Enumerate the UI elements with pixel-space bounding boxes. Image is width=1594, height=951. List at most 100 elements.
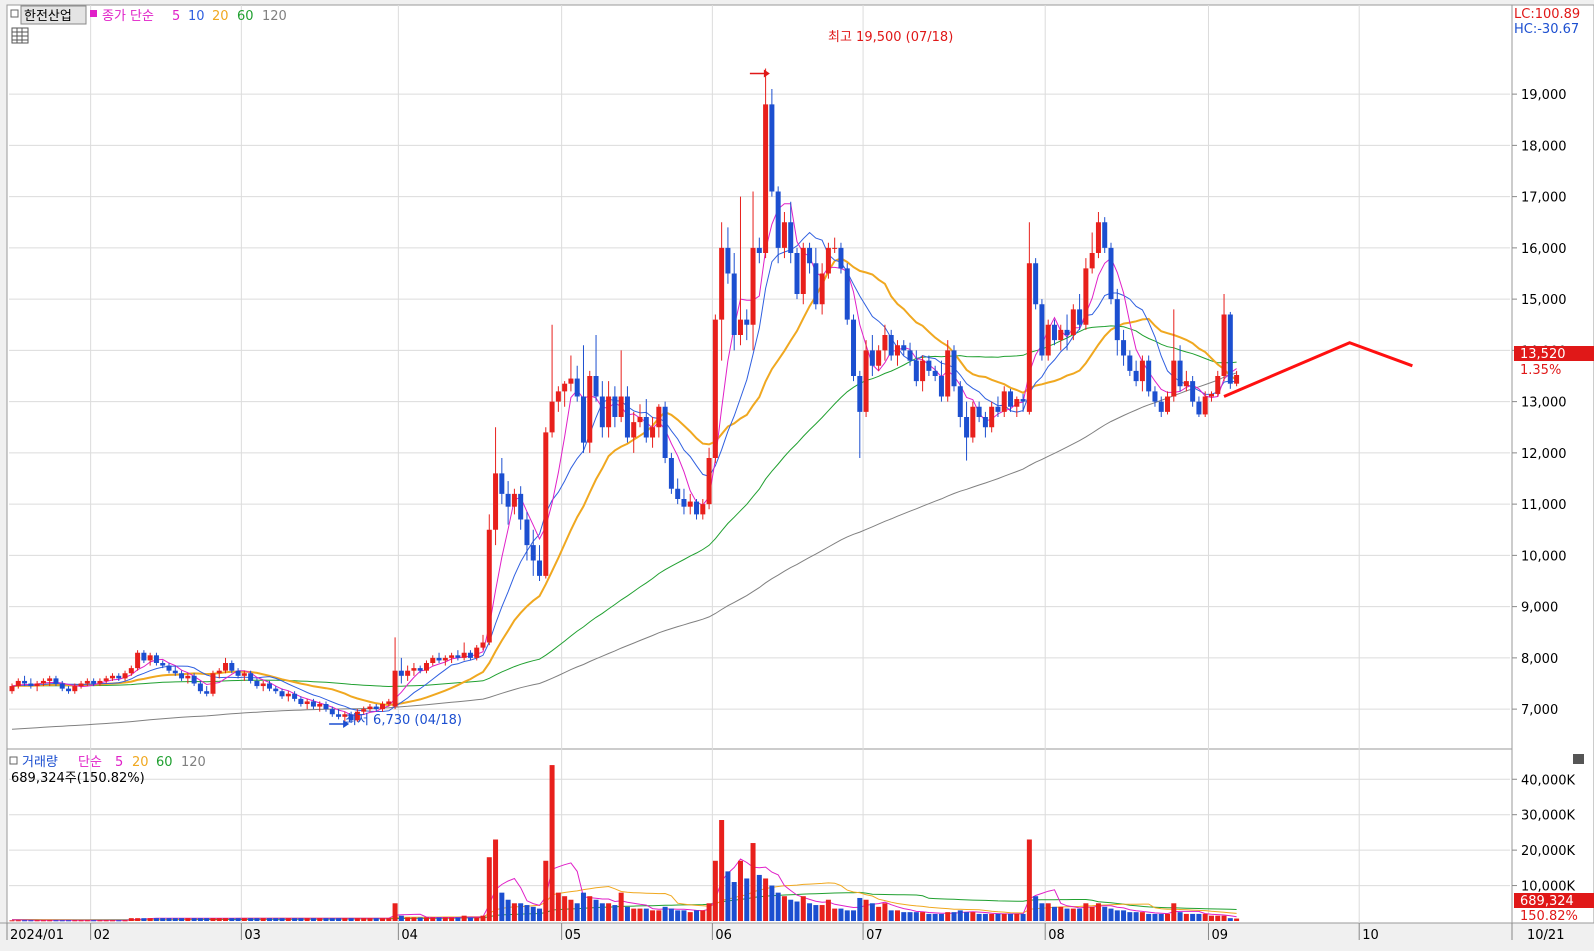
candle-body xyxy=(461,652,467,658)
candle-body xyxy=(731,273,737,335)
volume-bar xyxy=(1152,913,1158,921)
volume-bar xyxy=(191,918,197,921)
candle-body xyxy=(662,406,668,458)
candle-body xyxy=(712,319,718,458)
volume-bar xyxy=(807,903,813,921)
volume-bar xyxy=(920,912,926,921)
volume-bar xyxy=(304,918,310,921)
volume-bar xyxy=(675,910,681,921)
table-icon[interactable] xyxy=(11,27,29,44)
volume-bar xyxy=(700,910,706,921)
volume-bar xyxy=(851,910,857,921)
volume-bar xyxy=(386,918,392,921)
candle-body xyxy=(204,691,210,694)
candle-body xyxy=(1133,370,1139,382)
candle-body xyxy=(593,376,599,397)
candle-body xyxy=(266,683,272,689)
volume-bar xyxy=(317,918,323,921)
price-tick-label: 16,000 xyxy=(1521,242,1567,257)
candle-body xyxy=(851,319,857,376)
date-tick-label: 10/21 xyxy=(1527,928,1564,943)
candle-body xyxy=(15,680,21,687)
volume-bar xyxy=(285,918,291,921)
volume-bar xyxy=(116,920,122,922)
candle-body xyxy=(668,458,674,489)
ma60-legend: 60 xyxy=(237,9,254,24)
chart-canvas: 7,000 8,000 9,000 10,000 11,000 12,000 13,000 1… xyxy=(0,0,1594,947)
volume-bar xyxy=(618,892,624,921)
candle-body xyxy=(869,350,875,366)
volume-bar xyxy=(1039,903,1045,921)
candle-body xyxy=(562,383,568,392)
price-tick-label: 9,000 xyxy=(1521,601,1558,616)
candle-body xyxy=(467,652,473,658)
volume-bar xyxy=(197,918,203,921)
volume-bar xyxy=(210,918,216,921)
volume-bar xyxy=(737,860,743,921)
date-tick-label: 02 xyxy=(94,928,111,943)
candle-body xyxy=(920,360,926,382)
candle-body xyxy=(750,247,756,325)
candle-body xyxy=(147,655,153,661)
candle-body xyxy=(84,680,90,684)
volume-bar xyxy=(995,913,1001,921)
candle-body xyxy=(1089,253,1095,269)
volume-bar xyxy=(976,913,982,921)
volume-bar xyxy=(970,912,976,921)
volume-bar xyxy=(681,910,687,921)
volume-bar xyxy=(725,871,731,921)
candle-body xyxy=(1045,324,1051,356)
date-tick-label: 07 xyxy=(866,928,883,943)
volume-bar xyxy=(1158,913,1164,921)
volume-bar xyxy=(712,860,718,921)
pane-close-icon[interactable] xyxy=(1573,754,1584,764)
candle-body xyxy=(323,704,329,710)
volume-bar xyxy=(1064,908,1070,921)
candle-body xyxy=(153,655,159,663)
volume-bar xyxy=(493,839,499,921)
volume-bar xyxy=(800,896,806,921)
candle-body xyxy=(543,432,549,576)
volume-bar xyxy=(128,918,134,921)
volume-bar xyxy=(480,915,486,921)
candle-body xyxy=(436,657,442,661)
candle-body xyxy=(160,663,166,666)
candle-body xyxy=(223,663,229,671)
price-tick-label: 19,000 xyxy=(1521,88,1567,103)
volume-bar xyxy=(336,918,342,921)
volume-bar xyxy=(1221,915,1227,921)
volume-bar xyxy=(66,920,72,922)
volume-bar xyxy=(260,918,266,921)
volume-bar xyxy=(687,912,693,921)
volume-bar xyxy=(901,912,907,921)
volume-bar xyxy=(606,903,612,921)
candle-body xyxy=(970,406,976,438)
volume-bar xyxy=(455,917,461,921)
candle-body xyxy=(932,370,938,376)
candle-body xyxy=(763,104,769,253)
candle-body xyxy=(719,247,725,320)
candle-body xyxy=(675,488,681,499)
candle-body xyxy=(781,222,787,248)
volume-bar xyxy=(40,920,46,922)
volume-bar xyxy=(59,920,65,922)
candle-body xyxy=(876,350,882,366)
volume-bar xyxy=(1208,915,1214,921)
candle-body xyxy=(1008,391,1014,407)
candle-body xyxy=(612,396,618,417)
candle-body xyxy=(1001,391,1007,412)
candle-body xyxy=(304,701,310,704)
candle-body xyxy=(191,675,197,684)
candle-body xyxy=(1051,324,1057,341)
volume-bar xyxy=(179,918,185,921)
volume-bar xyxy=(1121,910,1127,921)
candle-body xyxy=(844,268,850,320)
volume-bar xyxy=(788,899,794,921)
date-tick-label: 06 xyxy=(715,928,732,943)
candle-body xyxy=(511,493,517,507)
candle-body xyxy=(386,701,392,704)
volume-bar xyxy=(1089,906,1095,921)
date-tick-label: 04 xyxy=(401,928,418,943)
volume-bar xyxy=(461,915,467,921)
volume-bar xyxy=(172,918,178,921)
